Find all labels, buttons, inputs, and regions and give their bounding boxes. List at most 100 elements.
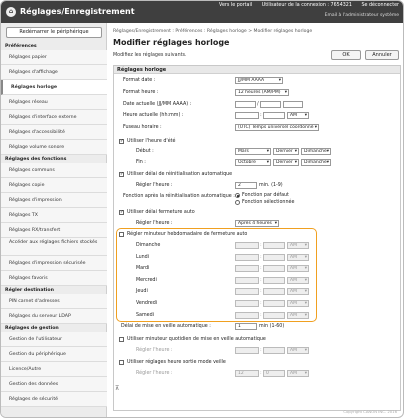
weekly-day-ampm-select[interactable]: AM <box>287 300 309 307</box>
sleep-exit-hour[interactable]: 12 <box>235 370 259 377</box>
weekly-day-label: Dimanche <box>136 243 161 248</box>
function-default-radio[interactable] <box>235 193 240 198</box>
dst-checkbox[interactable]: ✓ <box>119 139 124 144</box>
weekly-day-hour[interactable] <box>235 253 259 261</box>
sidebar-item-tx[interactable]: Réglages TX <box>1 208 107 223</box>
weekly-day-ampm-select[interactable]: AM <box>287 311 309 319</box>
sidebar-item-rx[interactable]: Réglages RX/transfert <box>1 223 107 238</box>
sidebar-item-volume[interactable]: Réglage volume sonore <box>1 140 107 155</box>
sidebar-item-network[interactable]: Réglages réseau <box>1 95 107 110</box>
sidebar-item-favorites[interactable]: Réglages favoris <box>1 271 107 286</box>
current-time-minute[interactable] <box>263 112 285 119</box>
sidebar-item-clock[interactable]: Réglages horloge <box>1 80 107 95</box>
weekly-day-ampm-select[interactable]: AM <box>287 265 309 273</box>
sidebar-section-destination: Régler destination <box>5 288 54 293</box>
auto-offline-checkbox[interactable]: ✓ <box>119 210 124 215</box>
weekly-day-ampm-select[interactable]: AM <box>287 276 309 284</box>
daily-sleep-hour[interactable] <box>235 347 259 354</box>
weekly-day-ampm-select[interactable]: AM <box>287 242 309 249</box>
weekly-day-label: Mercredi <box>136 277 157 283</box>
sidebar-item-display[interactable]: Réglages d'affichage <box>1 65 107 80</box>
sidebar-item-security[interactable]: Réglages de sécurité <box>1 392 107 407</box>
weekly-day-hour[interactable] <box>235 300 259 307</box>
weekly-day-hour[interactable] <box>235 288 259 296</box>
weekly-day-separator: : <box>260 253 262 260</box>
sleep-exit-minute[interactable]: 0 <box>263 370 285 377</box>
sidebar-item-address-book-pin[interactable]: PIN carnet d'adresses <box>1 294 107 309</box>
weekly-day-hour[interactable] <box>235 242 259 249</box>
dst-start-day-select[interactable]: Dimanche <box>301 148 331 155</box>
cancel-button[interactable]: Annuler <box>365 50 399 60</box>
auto-reset-checkbox[interactable]: ✓ <box>119 172 124 177</box>
weekly-day-label: Vendredi <box>136 301 158 306</box>
weekly-day-hour[interactable] <box>235 276 259 284</box>
sidebar-item-copy[interactable]: Réglages copie <box>1 178 107 193</box>
page-title: Modifier réglages horloge <box>113 38 230 47</box>
daily-sleep-checkbox[interactable] <box>119 337 124 342</box>
sleep-exit-checkbox[interactable] <box>119 360 124 365</box>
weekly-timer-checkbox[interactable] <box>119 232 124 237</box>
breadcrumb: Réglages/Enregistrement : Préférences : … <box>113 29 313 34</box>
dst-end-day-select[interactable]: Dimanche <box>301 159 331 166</box>
current-date-year[interactable] <box>283 101 303 108</box>
time-separator: : <box>260 112 262 118</box>
daily-sleep-minute[interactable] <box>263 347 285 354</box>
function-selected-label: Fonction sélectionnée <box>242 200 295 205</box>
function-selected-radio[interactable] <box>235 200 240 205</box>
date-format-select[interactable]: JJ/MM AAAA <box>235 77 283 84</box>
dst-start-week-select[interactable]: Dernier <box>273 148 299 155</box>
sleep-exit-ampm-select[interactable]: AM <box>287 370 309 377</box>
weekly-day-minute[interactable] <box>263 242 285 249</box>
home-icon[interactable]: ⌂ <box>6 7 16 17</box>
section-heading: Réglages horloge <box>114 66 400 74</box>
sidebar-item-stored-files[interactable]: Accéder aux réglages fichiers stockés <box>1 238 107 256</box>
auto-reset-input[interactable]: 2 <box>235 182 257 189</box>
current-date-month[interactable] <box>260 101 281 108</box>
scroll-top-icon[interactable]: ⊼ <box>115 385 119 392</box>
sidebar-item-print[interactable]: Réglages d'impression <box>1 193 107 208</box>
weekly-day-ampm-select[interactable]: AM <box>287 288 309 296</box>
sidebar-item-accessibility[interactable]: Réglages d'accessibilité <box>1 125 107 140</box>
daily-sleep-ampm-select[interactable]: AM <box>287 347 309 354</box>
weekly-day-minute[interactable] <box>263 300 285 307</box>
timezone-select[interactable]: (UTC) Temps universel coordonné <box>235 124 319 131</box>
time-format-select[interactable]: 12 heures (AM/PM) <box>235 89 289 96</box>
sidebar-item-ldap[interactable]: Réglages du serveur LDAP <box>1 309 107 324</box>
ok-button[interactable]: OK <box>331 50 361 60</box>
current-time-hour[interactable] <box>235 112 259 119</box>
weekly-day-separator: : <box>260 265 262 272</box>
sidebar-item-device-management[interactable]: Gestion du périphérique <box>1 347 107 362</box>
sleep-exit-time-label: Régler l'heure : <box>136 371 173 376</box>
weekly-day-minute[interactable] <box>263 276 285 284</box>
sidebar-item-data-management[interactable]: Gestion des données <box>1 377 107 392</box>
restart-device-button[interactable]: Redémarrer le périphérique <box>6 27 102 38</box>
sidebar-item-paper[interactable]: Réglages papier <box>1 50 107 65</box>
sidebar-item-user-management[interactable]: Gestion de l'utilisateur <box>1 332 107 347</box>
weekly-day-minute[interactable] <box>263 253 285 261</box>
logout-link[interactable]: Se déconnecter <box>361 3 399 8</box>
weekly-day-hour[interactable] <box>235 265 259 273</box>
timezone-label: Fuseau horaire : <box>123 125 162 130</box>
weekly-day-minute[interactable] <box>263 265 285 273</box>
email-admin-link[interactable]: Email à l'administrateur système <box>325 13 399 18</box>
auto-offline-select[interactable]: Après 4 heures <box>235 220 279 227</box>
current-time-ampm-select[interactable]: AM <box>287 112 309 119</box>
auto-reset-unit: min. (1-9) <box>259 183 283 188</box>
current-date-day[interactable] <box>235 101 256 108</box>
dst-start-month-select[interactable]: Mars <box>235 148 271 155</box>
weekly-day-minute[interactable] <box>263 311 285 319</box>
weekly-day-label: Samedi <box>136 312 154 318</box>
sidebar-item-common[interactable]: Réglages communs <box>1 163 107 178</box>
sidebar-item-secure-print[interactable]: Réglages d'impression sécurisée <box>1 256 107 271</box>
sleep-delay-input[interactable]: 1 <box>235 323 257 330</box>
weekly-day-ampm-select[interactable]: AM <box>287 253 309 261</box>
weekly-timer-label: Régler minuteur hebdomadaire de fermetur… <box>127 232 248 237</box>
portal-link[interactable]: Vers le portail <box>219 3 252 8</box>
sidebar-item-external-interface[interactable]: Réglages d'interface externe <box>1 110 107 125</box>
weekly-day-separator: : <box>260 288 262 295</box>
weekly-day-hour[interactable] <box>235 311 259 319</box>
dst-end-month-select[interactable]: Octobre <box>235 159 271 166</box>
weekly-day-minute[interactable] <box>263 288 285 296</box>
sidebar-item-license[interactable]: Licence/Autre <box>1 362 107 377</box>
dst-end-week-select[interactable]: Dernier <box>273 159 299 166</box>
